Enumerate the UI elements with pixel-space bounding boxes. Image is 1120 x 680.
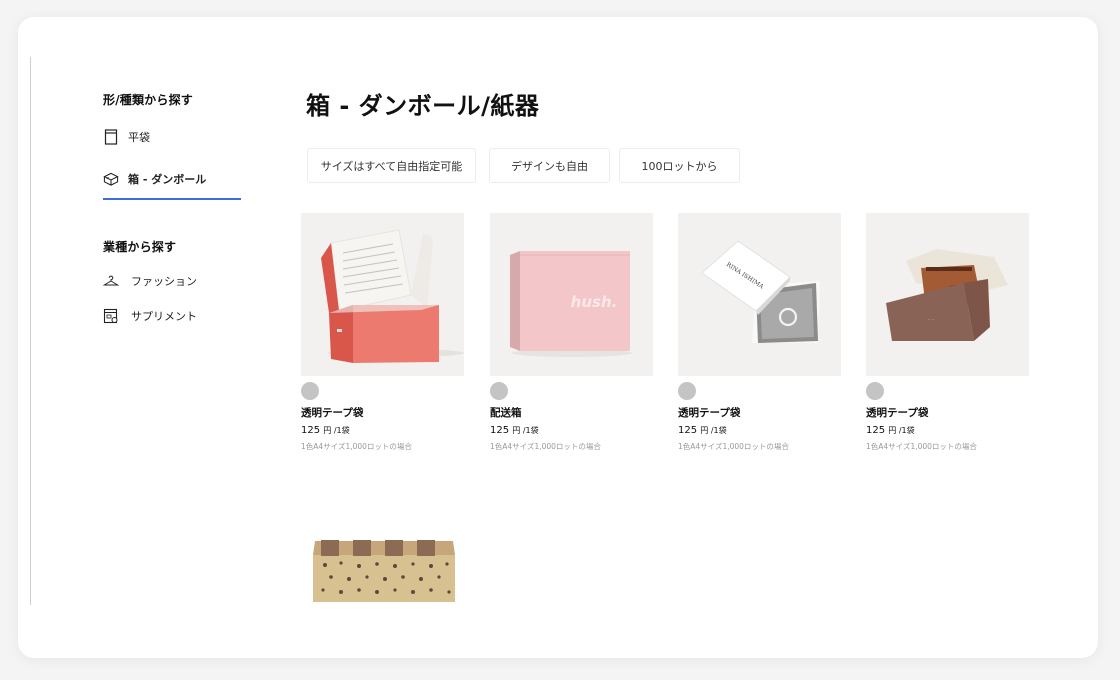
product-note: 1色A4サイズ1,000ロットの場合 (301, 442, 412, 451)
product-note: 1色A4サイズ1,000ロットの場合 (490, 442, 601, 451)
product-image-mailer-box[interactable] (301, 213, 464, 376)
product-card[interactable]: · · · 透明テープ袋 125 円 /1袋 1色A4サイズ1,000ロットの場… (866, 213, 1029, 452)
product-note: 1色A4サイズ1,000ロットの場合 (866, 442, 977, 451)
color-swatch[interactable] (301, 382, 319, 400)
sidebar-item-label: 箱 - ダンボール (128, 173, 207, 186)
product-card[interactable]: 透明テープ袋 125 円 /1袋 1色A4サイズ1,000ロットの場合 (301, 213, 464, 452)
product-name: 配送箱 (490, 407, 522, 419)
product-card[interactable]: RINA ISHIMA 透明テープ袋 125 円 /1袋 1色A4サイズ1,00… (678, 213, 841, 452)
divider-line (30, 57, 31, 605)
product-name: 透明テープ袋 (301, 407, 364, 419)
catalog-card: 形/種類から探す 平袋 箱 - ダンボール 業種から探す ファッション サプリメ… (18, 17, 1098, 658)
product-image-pink-box[interactable]: hush. (490, 213, 653, 376)
product-note: 1色A4サイズ1,000ロットの場合 (678, 442, 789, 451)
hanger-icon (103, 273, 119, 289)
color-swatch[interactable] (866, 382, 884, 400)
sidebar-section-shape-title: 形/種類から探す (103, 93, 193, 107)
feature-tag-design[interactable]: デザインも自由 (489, 148, 610, 183)
feature-tag-size[interactable]: サイズはすべて自由指定可能 (307, 148, 476, 183)
sidebar-item-label: 平袋 (128, 131, 150, 144)
page-title: 箱 - ダンボール/紙器 (306, 92, 540, 120)
product-card[interactable]: hush. 配送箱 125 円 /1袋 1色A4サイズ1,000ロットの場合 (490, 213, 653, 452)
color-swatch[interactable] (490, 382, 508, 400)
sidebar-item-label: サプリメント (131, 310, 197, 323)
box-icon (103, 171, 119, 187)
product-price: 125 円 /1袋 (490, 425, 539, 436)
product-price: 125 円 /1袋 (678, 425, 727, 436)
svg-text:hush.: hush. (571, 293, 618, 311)
feature-tag-lot[interactable]: 100ロットから (619, 148, 740, 183)
svg-text:· · ·: · · · (928, 317, 934, 322)
product-image-kraft-box[interactable] (301, 527, 464, 602)
product-name: 透明テープ袋 (678, 407, 741, 419)
active-indicator (103, 198, 241, 200)
product-image-brown-mailer[interactable]: · · · (866, 213, 1029, 376)
sidebar-item-flat-bag[interactable]: 平袋 (103, 129, 150, 145)
sidebar-item-fashion[interactable]: ファッション (103, 273, 197, 289)
product-name: 透明テープ袋 (866, 407, 929, 419)
sidebar-item-label: ファッション (131, 275, 197, 288)
product-price: 125 円 /1袋 (301, 425, 350, 436)
flat-bag-icon (103, 129, 119, 145)
supplement-icon (103, 308, 119, 324)
color-swatch[interactable] (678, 382, 696, 400)
sidebar-item-supplement[interactable]: サプリメント (103, 308, 197, 324)
sidebar-item-box[interactable]: 箱 - ダンボール (103, 171, 206, 187)
sidebar-section-industry-title: 業種から探す (103, 240, 177, 254)
product-image-jewelry-box[interactable]: RINA ISHIMA (678, 213, 841, 376)
product-price: 125 円 /1袋 (866, 425, 915, 436)
